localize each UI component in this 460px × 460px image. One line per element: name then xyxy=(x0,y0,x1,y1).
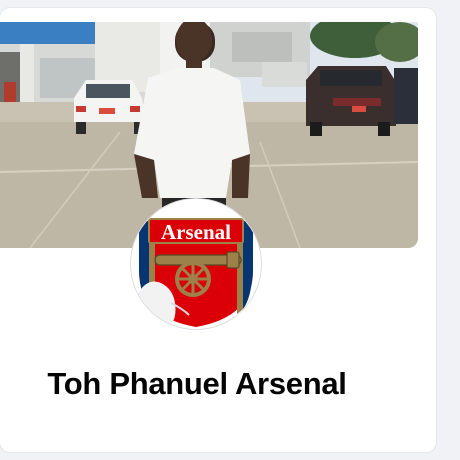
profile-name[interactable]: Toh Phanuel Arsenal xyxy=(0,366,394,402)
profile-card: Arsenal Toh Phanuel Arsenal xyxy=(0,8,436,452)
crest-text: Arsenal xyxy=(161,220,231,244)
profile-avatar[interactable]: Arsenal xyxy=(131,199,261,329)
arsenal-crest-icon: Arsenal xyxy=(131,199,261,329)
